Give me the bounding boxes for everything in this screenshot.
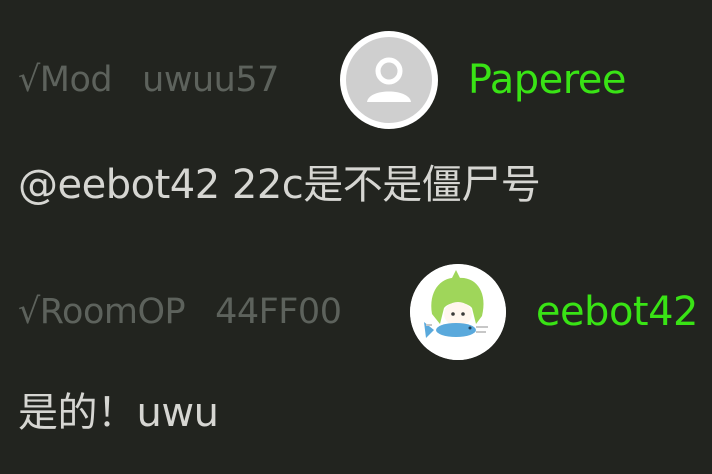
message-header: √Mod uwuu57 Paperee — [18, 28, 698, 132]
user-meta: √Mod uwuu57 — [18, 60, 279, 100]
username[interactable]: Paperee — [468, 57, 627, 103]
anime-character-with-fish-icon — [409, 264, 506, 360]
message-text: @eebot42 22c是不是僵尸号 — [18, 162, 541, 208]
avatar[interactable] — [339, 31, 438, 129]
chat-message: √RoomOP 44FF00 eebot42 是的！uwu — [0, 232, 712, 474]
user-meta: √RoomOP 44FF00 — [18, 292, 342, 332]
avatar[interactable] — [409, 264, 506, 360]
user-color-code: uwuu57 — [142, 60, 279, 100]
message-header: √RoomOP 44FF00 eebot42 — [18, 260, 699, 364]
user-role: √RoomOP — [18, 292, 186, 332]
chat-log: √Mod uwuu57 Paperee @eebot42 22c是不是僵尸号 √R… — [0, 0, 712, 474]
person-silhouette-icon — [366, 57, 411, 102]
chat-message: √Mod uwuu57 Paperee @eebot42 22c是不是僵尸号 — [0, 0, 712, 232]
message-text: 是的！uwu — [18, 390, 219, 436]
default-user-icon — [345, 37, 432, 123]
username[interactable]: eebot42 — [536, 289, 699, 335]
user-color-code: 44FF00 — [215, 292, 342, 332]
user-role: √Mod — [18, 60, 113, 100]
